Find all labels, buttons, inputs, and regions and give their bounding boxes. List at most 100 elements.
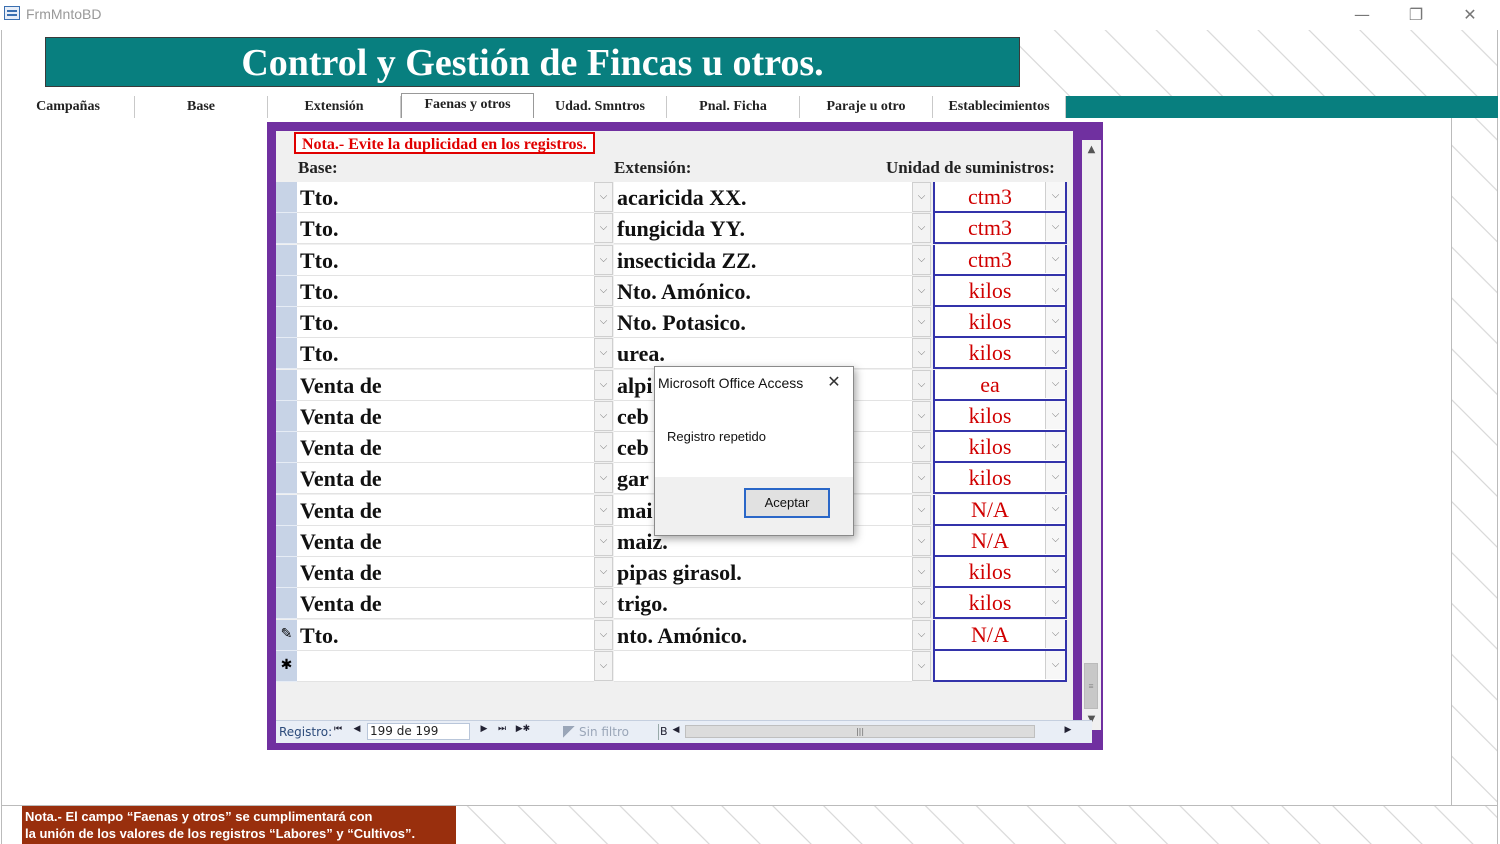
tab-pnal-ficha[interactable]: Pnal. Ficha	[667, 96, 800, 118]
record-selector[interactable]	[276, 432, 297, 463]
chevron-down-icon[interactable]: ⌵	[594, 400, 613, 431]
chevron-down-icon[interactable]: ⌵	[1045, 213, 1065, 242]
chevron-down-icon[interactable]: ⌵	[1045, 182, 1065, 210]
restore-button[interactable]: ❐	[1396, 2, 1436, 28]
record-selector[interactable]	[276, 307, 297, 338]
record-selector[interactable]	[276, 182, 297, 213]
unit-combo[interactable]: kilos ⌵	[933, 307, 1067, 338]
extension-combo[interactable]: nto. Amónico.	[614, 619, 912, 651]
extension-combo[interactable]: pipas girasol.	[614, 557, 912, 588]
extension-combo[interactable]	[614, 650, 912, 682]
unit-combo[interactable]: ⌵	[933, 650, 1067, 682]
minimize-button[interactable]: —	[1342, 2, 1382, 28]
chevron-down-icon[interactable]: ⌵	[1045, 463, 1065, 492]
chevron-down-icon[interactable]: ⌵	[912, 369, 931, 400]
record-selector[interactable]	[276, 213, 297, 245]
unit-combo[interactable]: ea ⌵	[933, 369, 1067, 401]
unit-combo[interactable]: N/A ⌵	[933, 619, 1067, 651]
unit-combo[interactable]: kilos ⌵	[933, 588, 1067, 620]
extension-combo[interactable]: urea.	[614, 338, 912, 370]
tab-paraje-u-otro[interactable]: Paraje u otro	[800, 96, 933, 118]
record-selector[interactable]: ✱	[276, 650, 297, 682]
chevron-down-icon[interactable]: ⌵	[594, 275, 613, 306]
chevron-down-icon[interactable]: ⌵	[912, 463, 931, 494]
base-combo[interactable]: Tto.	[297, 307, 594, 338]
chevron-down-icon[interactable]: ⌵	[1045, 275, 1065, 304]
horizontal-scrollbar[interactable]: ◀ ||| ▶	[670, 723, 1080, 741]
chevron-down-icon[interactable]: ⌵	[912, 557, 931, 587]
chevron-down-icon[interactable]: ⌵	[1045, 557, 1065, 585]
record-selector[interactable]	[276, 525, 297, 557]
chevron-down-icon[interactable]: ⌵	[594, 244, 613, 275]
chevron-down-icon[interactable]: ⌵	[912, 650, 931, 681]
unit-combo[interactable]: ctm3 ⌵	[933, 244, 1067, 276]
record-selector[interactable]	[276, 244, 297, 276]
new-record-icon[interactable]: ▶✱	[514, 724, 532, 734]
chevron-down-icon[interactable]: ⌵	[594, 588, 613, 619]
extension-combo[interactable]: insecticida ZZ.	[614, 244, 912, 276]
base-combo[interactable]: Venta de	[297, 557, 594, 588]
chevron-down-icon[interactable]: ⌵	[1045, 369, 1065, 398]
chevron-down-icon[interactable]: ⌵	[912, 400, 931, 431]
scroll-thumb[interactable]: ≡	[1084, 663, 1098, 709]
accept-button[interactable]: Aceptar	[744, 488, 830, 518]
tab-campanas[interactable]: Campañas	[2, 96, 135, 118]
scroll-right-icon[interactable]: ▶	[1062, 725, 1074, 735]
dialog-close-icon[interactable]: ✕	[819, 369, 849, 395]
tab-base[interactable]: Base	[135, 96, 268, 118]
record-selector[interactable]	[276, 369, 297, 401]
chevron-down-icon[interactable]: ⌵	[594, 307, 613, 337]
extension-combo[interactable]: fungicida YY.	[614, 213, 912, 245]
chevron-down-icon[interactable]: ⌵	[594, 619, 613, 650]
unit-combo[interactable]: ctm3 ⌵	[933, 213, 1067, 245]
filter-indicator[interactable]: Sin filtro	[563, 725, 629, 739]
base-combo[interactable]: Venta de	[297, 494, 594, 526]
chevron-down-icon[interactable]: ⌵	[912, 213, 931, 244]
chevron-down-icon[interactable]: ⌵	[594, 557, 613, 587]
chevron-down-icon[interactable]: ⌵	[912, 525, 931, 556]
prev-record-icon[interactable]: ◀	[351, 724, 363, 734]
chevron-down-icon[interactable]: ⌵	[912, 275, 931, 306]
tab-extension[interactable]: Extensión	[268, 96, 401, 118]
base-combo[interactable]: Venta de	[297, 400, 594, 432]
unit-combo[interactable]: kilos ⌵	[933, 275, 1067, 307]
record-selector[interactable]: ✎	[276, 619, 297, 651]
unit-combo[interactable]: kilos ⌵	[933, 338, 1067, 370]
tab-establecimientos[interactable]: Establecimientos	[933, 96, 1066, 118]
chevron-down-icon[interactable]: ⌵	[594, 463, 613, 494]
record-counter[interactable]: 199 de 199	[367, 723, 470, 740]
base-combo[interactable]	[297, 650, 594, 682]
chevron-down-icon[interactable]: ⌵	[912, 307, 931, 337]
unit-combo[interactable]: kilos ⌵	[933, 432, 1067, 463]
chevron-down-icon[interactable]: ⌵	[1045, 588, 1065, 617]
extension-combo[interactable]: Nto. Potasico.	[614, 307, 912, 338]
chevron-down-icon[interactable]: ⌵	[594, 182, 613, 212]
base-combo[interactable]: Tto.	[297, 619, 594, 651]
chevron-down-icon[interactable]: ⌵	[594, 650, 613, 681]
unit-combo[interactable]: ctm3 ⌵	[933, 182, 1067, 213]
chevron-down-icon[interactable]: ⌵	[594, 494, 613, 525]
scroll-left-icon[interactable]: ◀	[670, 725, 682, 735]
horizontal-scroll-thumb[interactable]: |||	[685, 725, 1035, 738]
chevron-down-icon[interactable]: ⌵	[912, 588, 931, 619]
chevron-down-icon[interactable]: ⌵	[1045, 525, 1065, 554]
chevron-down-icon[interactable]: ⌵	[912, 244, 931, 275]
close-button[interactable]: ✕	[1450, 2, 1490, 28]
record-selector[interactable]	[276, 400, 297, 432]
chevron-down-icon[interactable]: ⌵	[1045, 338, 1065, 367]
extension-combo[interactable]: Nto. Amónico.	[614, 275, 912, 307]
base-combo[interactable]: Venta de	[297, 588, 594, 620]
chevron-down-icon[interactable]: ⌵	[912, 619, 931, 650]
record-selector[interactable]	[276, 494, 297, 526]
chevron-down-icon[interactable]: ⌵	[594, 213, 613, 244]
base-combo[interactable]: Venta de	[297, 432, 594, 463]
next-record-icon[interactable]: ▶	[478, 724, 490, 734]
base-combo[interactable]: Venta de	[297, 463, 594, 495]
base-combo[interactable]: Tto.	[297, 338, 594, 370]
chevron-down-icon[interactable]: ⌵	[912, 432, 931, 462]
record-selector[interactable]	[276, 338, 297, 370]
unit-combo[interactable]: N/A ⌵	[933, 525, 1067, 557]
base-combo[interactable]: Tto.	[297, 275, 594, 307]
chevron-down-icon[interactable]: ⌵	[1045, 650, 1065, 679]
base-combo[interactable]: Venta de	[297, 525, 594, 557]
